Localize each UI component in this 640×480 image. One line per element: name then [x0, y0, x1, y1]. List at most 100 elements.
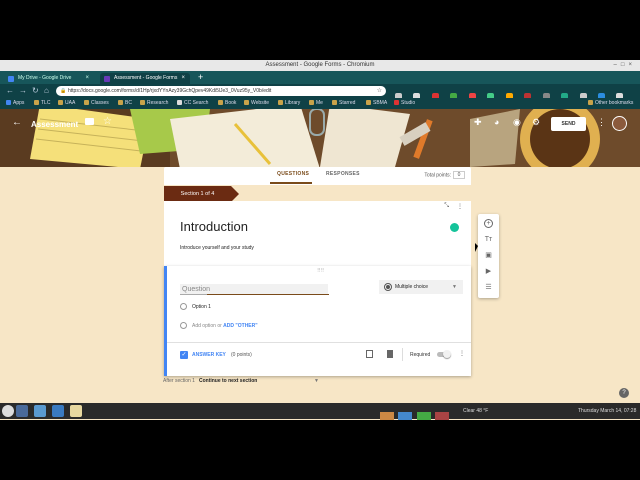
- show-desktop-icon[interactable]: [16, 405, 28, 417]
- back-icon[interactable]: ←: [6, 86, 14, 95]
- weather: Clear 48 °F: [463, 408, 489, 414]
- tab-responses[interactable]: RESPONSES: [326, 171, 360, 177]
- lock-icon: 🔒: [60, 88, 67, 94]
- close-tab-icon[interactable]: ×: [181, 73, 185, 84]
- send-button[interactable]: SEND: [551, 117, 586, 131]
- tab-assessment[interactable]: Assessment - Google Forms ×: [100, 73, 190, 84]
- window-title: Assessment - Google Forms - Chromium: [265, 62, 375, 68]
- bookmark-website[interactable]: Website: [244, 98, 269, 109]
- form-header: ← Assessment ☆ ✚ ◕ ◉ ⚙ SEND ⋮: [0, 109, 640, 167]
- drag-handle-icon[interactable]: ⠿⠿: [317, 268, 324, 274]
- load-graph-icon: [435, 412, 450, 420]
- chevron-down-icon: ▼: [452, 284, 457, 290]
- home-icon[interactable]: ⌂: [44, 86, 49, 95]
- points-label: (0 points): [231, 352, 252, 358]
- bookmark-bc[interactable]: BC: [118, 98, 132, 109]
- start-menu-icon[interactable]: [2, 405, 14, 417]
- forward-icon[interactable]: →: [19, 86, 27, 95]
- bookmark-tlc[interactable]: TLC: [34, 98, 50, 109]
- bookmark-starred[interactable]: Starred: [332, 98, 355, 109]
- radio-icon: [384, 283, 392, 291]
- forms-icon: [104, 76, 110, 82]
- grammarly-icon[interactable]: [450, 223, 459, 232]
- option-1[interactable]: Option 1: [180, 303, 211, 310]
- duplicate-icon[interactable]: [366, 350, 373, 358]
- add-option-row: Add option or ADD "OTHER": [180, 322, 258, 329]
- tab-label: My Drive - Google Drive: [18, 75, 72, 81]
- add-question-icon[interactable]: +: [484, 219, 493, 228]
- option-label[interactable]: Option 1: [192, 304, 211, 310]
- required-toggle[interactable]: [437, 350, 451, 358]
- add-image-icon[interactable]: ▣: [484, 251, 493, 260]
- section-title[interactable]: Introduction: [180, 219, 248, 234]
- bookmark-studio[interactable]: Studio: [394, 98, 415, 109]
- taskbar: Clear 48 °F Thursday March 14, 07:28: [0, 403, 640, 420]
- settings-gear-icon[interactable]: ⚙: [532, 117, 540, 128]
- tab-questions[interactable]: QUESTIONS: [277, 171, 309, 177]
- bookmark-sbma[interactable]: SBMA: [366, 98, 387, 109]
- preview-eye-icon[interactable]: ◉: [513, 117, 521, 128]
- after-section-label: After section 1: [163, 378, 195, 384]
- form-title[interactable]: Assessment: [31, 120, 78, 129]
- radio-circle-icon: [180, 322, 187, 329]
- bookmark-research[interactable]: Research: [140, 98, 168, 109]
- add-other-link[interactable]: ADD "OTHER": [223, 323, 257, 329]
- checkbox-icon[interactable]: ✓: [180, 351, 188, 359]
- mem-graph-icon: [398, 412, 413, 420]
- star-icon[interactable]: ☆: [103, 116, 112, 127]
- clock[interactable]: Thursday March 14, 07:28: [578, 408, 636, 414]
- palette-icon[interactable]: ◕: [494, 117, 499, 127]
- drive-icon: [8, 76, 14, 82]
- files-icon[interactable]: [52, 405, 64, 417]
- bookmarks-bar: Apps TLC UAA Classes BC Research CC Sear…: [0, 98, 640, 109]
- new-tab-button[interactable]: +: [198, 72, 203, 82]
- question-type-select[interactable]: Multiple choice ▼: [379, 280, 463, 294]
- form-tabs: QUESTIONS RESPONSES Total points: 0: [164, 167, 471, 185]
- section-label: Section 1 of 4: [164, 186, 239, 202]
- window-controls[interactable]: –□×: [614, 60, 636, 71]
- section-description[interactable]: Introduce yourself and your study: [180, 245, 254, 251]
- more-options-icon[interactable]: ⋮: [597, 117, 606, 128]
- add-video-icon[interactable]: ▶: [484, 267, 493, 276]
- chromium-icon[interactable]: [34, 405, 46, 417]
- address-bar[interactable]: 🔒 https://docs.google.com/forms/d/1Hp/rj…: [56, 86, 386, 96]
- continue-select[interactable]: Continue to next section: [199, 378, 257, 384]
- total-points-value: 0: [453, 171, 465, 179]
- add-option-link[interactable]: Add option: [192, 323, 216, 329]
- answer-key-button[interactable]: ANSWER KEY: [192, 352, 226, 358]
- bookmark-classes[interactable]: Classes: [84, 98, 109, 109]
- collapse-icon[interactable]: ⤡: [444, 203, 449, 210]
- question-more-icon[interactable]: ⋮: [459, 350, 465, 357]
- bookmark-book[interactable]: Book: [218, 98, 236, 109]
- bookmark-star-icon[interactable]: ☆: [377, 86, 382, 96]
- bookmark-apps[interactable]: Apps: [6, 98, 24, 109]
- bookmark-library[interactable]: Library: [278, 98, 300, 109]
- close-tab-icon[interactable]: ×: [85, 73, 89, 84]
- bookmark-cc-search[interactable]: CC Search: [177, 98, 208, 109]
- header-illustration: [0, 109, 640, 167]
- trash-icon[interactable]: [387, 350, 393, 358]
- addons-icon[interactable]: ✚: [474, 117, 482, 128]
- add-title-icon[interactable]: Tт: [484, 235, 493, 244]
- cpu-graph-icon: [380, 412, 394, 420]
- help-icon[interactable]: ?: [619, 388, 629, 398]
- question-card[interactable]: ⠿⠿ Question Multiple choice ▼ Option 1 A…: [164, 266, 471, 376]
- question-underline: [207, 294, 329, 295]
- url-text: https://docs.google.com/forms/d/1Hp/rjxd…: [68, 88, 272, 94]
- browser-window: Assessment - Google Forms - Chromium –□×…: [0, 60, 640, 420]
- tab-my-drive[interactable]: My Drive - Google Drive ×: [4, 73, 94, 84]
- bookmark-other[interactable]: Other bookmarks: [588, 98, 633, 109]
- reload-icon[interactable]: ↻: [32, 86, 39, 95]
- folder-icon[interactable]: [85, 118, 94, 125]
- required-label: Required: [410, 352, 431, 358]
- chevron-down-icon[interactable]: ▼: [314, 378, 319, 384]
- avatar[interactable]: [612, 116, 627, 131]
- active-tab-indicator: [270, 182, 312, 184]
- notes-icon[interactable]: [70, 405, 82, 417]
- bookmark-me[interactable]: Me: [309, 98, 323, 109]
- back-arrow-icon[interactable]: ←: [12, 117, 22, 128]
- section-more-icon[interactable]: ⋮: [457, 203, 463, 210]
- bookmark-uaa[interactable]: UAA: [58, 98, 75, 109]
- extensions: [395, 87, 640, 118]
- add-section-icon[interactable]: ☰: [484, 283, 493, 292]
